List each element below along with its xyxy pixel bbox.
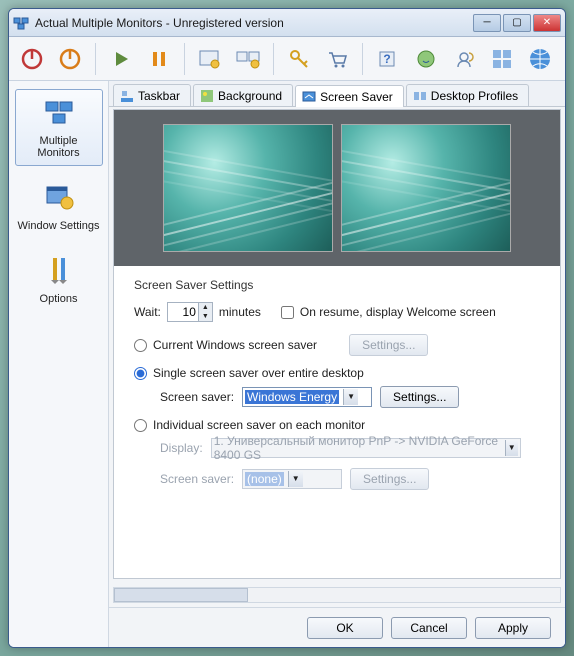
tab-label: Background bbox=[218, 89, 282, 103]
app-icon bbox=[13, 15, 29, 31]
current-settings-button[interactable]: Settings... bbox=[349, 334, 428, 356]
tab-panel: Screen Saver Settings Wait: ▲ ▼ minutes bbox=[113, 109, 561, 579]
individual-saver-label: Screen saver: bbox=[160, 472, 234, 486]
screensaver-icon bbox=[302, 90, 316, 104]
monitors-icon bbox=[43, 96, 75, 128]
help-button[interactable]: ? bbox=[371, 42, 405, 76]
sidebar: Multiple Monitors Window Settings Option… bbox=[9, 81, 109, 647]
wait-unit: minutes bbox=[219, 305, 261, 319]
individual-settings-button[interactable]: Settings... bbox=[350, 468, 429, 490]
dropdown-arrow-icon[interactable]: ▼ bbox=[343, 389, 358, 405]
radio-current-windows[interactable] bbox=[134, 339, 147, 352]
cancel-button[interactable]: Cancel bbox=[391, 617, 467, 639]
minimize-button[interactable]: ─ bbox=[473, 14, 501, 32]
individual-saver-select[interactable]: (none) ▼ bbox=[242, 469, 342, 489]
monitor-preview-1 bbox=[163, 124, 333, 252]
svg-text:?: ? bbox=[383, 52, 390, 66]
wait-input[interactable] bbox=[168, 303, 198, 321]
radio-individual[interactable] bbox=[134, 419, 147, 432]
key-button[interactable] bbox=[282, 42, 316, 76]
monitor-preview-2 bbox=[341, 124, 511, 252]
taskbar-icon bbox=[120, 89, 134, 103]
sidebar-item-label: Multiple Monitors bbox=[18, 135, 100, 159]
profiles-icon bbox=[413, 89, 427, 103]
windows-button[interactable] bbox=[485, 42, 519, 76]
tab-screen-saver[interactable]: Screen Saver bbox=[295, 85, 404, 107]
display-value: 1. Универсальный монитор PnP -> NVIDIA G… bbox=[214, 434, 501, 462]
sidebar-item-options[interactable]: Options bbox=[15, 247, 103, 312]
feedback-button[interactable] bbox=[447, 42, 481, 76]
dialog-footer: OK Cancel Apply bbox=[109, 607, 565, 647]
ok-button[interactable]: OK bbox=[307, 617, 383, 639]
tab-desktop-profiles[interactable]: Desktop Profiles bbox=[406, 84, 529, 106]
window-title: Actual Multiple Monitors - Unregistered … bbox=[35, 16, 471, 30]
tab-strip: Taskbar Background Screen Saver Desktop … bbox=[109, 81, 565, 107]
single-saver-select[interactable]: Windows Energy ▼ bbox=[242, 387, 372, 407]
power-button[interactable] bbox=[53, 42, 87, 76]
power-off-button[interactable] bbox=[15, 42, 49, 76]
globe-button[interactable] bbox=[523, 42, 557, 76]
close-button[interactable]: ✕ bbox=[533, 14, 561, 32]
dropdown-arrow-icon[interactable]: ▼ bbox=[505, 440, 518, 456]
resume-label: On resume, display Welcome screen bbox=[300, 305, 496, 319]
sidebar-item-window-settings[interactable]: Window Settings bbox=[15, 174, 103, 239]
scrollbar-thumb[interactable] bbox=[114, 588, 248, 602]
radio-single[interactable] bbox=[134, 367, 147, 380]
single-saver-label: Screen saver: bbox=[160, 390, 234, 404]
monitor-preview-area bbox=[114, 110, 560, 266]
radio-current-label: Current Windows screen saver bbox=[153, 338, 317, 352]
radio-single-label: Single screen saver over entire desktop bbox=[153, 366, 364, 380]
tab-taskbar[interactable]: Taskbar bbox=[113, 84, 191, 106]
screensaver-settings: Screen Saver Settings Wait: ▲ ▼ minutes bbox=[114, 266, 560, 512]
app-window: Actual Multiple Monitors - Unregistered … bbox=[8, 8, 566, 648]
cart-button[interactable] bbox=[320, 42, 354, 76]
window-controls: ─ ▢ ✕ bbox=[471, 14, 561, 32]
individual-saver-value: (none) bbox=[245, 472, 284, 486]
horizontal-scrollbar[interactable] bbox=[113, 587, 561, 603]
window-settings-icon bbox=[43, 181, 75, 213]
maximize-button[interactable]: ▢ bbox=[503, 14, 531, 32]
wait-label: Wait: bbox=[134, 305, 161, 319]
apply-button[interactable]: Apply bbox=[475, 617, 551, 639]
spinner-up-icon[interactable]: ▲ bbox=[198, 303, 212, 312]
pause-button[interactable] bbox=[142, 42, 176, 76]
sidebar-item-multiple-monitors[interactable]: Multiple Monitors bbox=[15, 89, 103, 166]
wait-spinner[interactable]: ▲ ▼ bbox=[167, 302, 213, 322]
display-select[interactable]: 1. Универсальный монитор PnP -> NVIDIA G… bbox=[211, 438, 521, 458]
tab-label: Desktop Profiles bbox=[431, 89, 518, 103]
single-saver-value: Windows Energy bbox=[245, 390, 339, 404]
tab-background[interactable]: Background bbox=[193, 84, 293, 106]
spinner-down-icon[interactable]: ▼ bbox=[198, 312, 212, 321]
sidebar-item-label: Window Settings bbox=[18, 220, 100, 232]
content-area: Multiple Monitors Window Settings Option… bbox=[9, 81, 565, 647]
options-icon bbox=[43, 254, 75, 286]
dropdown-arrow-icon[interactable]: ▼ bbox=[288, 471, 303, 487]
support-button[interactable] bbox=[409, 42, 443, 76]
single-settings-button[interactable]: Settings... bbox=[380, 386, 459, 408]
titlebar: Actual Multiple Monitors - Unregistered … bbox=[9, 9, 565, 37]
radio-individual-label: Individual screen saver on each monitor bbox=[153, 418, 365, 432]
resume-checkbox[interactable] bbox=[281, 306, 294, 319]
main-panel: Taskbar Background Screen Saver Desktop … bbox=[109, 81, 565, 647]
config-2-button[interactable] bbox=[231, 42, 265, 76]
main-toolbar: ? bbox=[9, 37, 565, 81]
play-button[interactable] bbox=[104, 42, 138, 76]
sidebar-item-label: Options bbox=[18, 293, 100, 305]
background-icon bbox=[200, 89, 214, 103]
display-label: Display: bbox=[160, 441, 203, 455]
config-1-button[interactable] bbox=[193, 42, 227, 76]
settings-group-title: Screen Saver Settings bbox=[134, 278, 540, 292]
tab-label: Screen Saver bbox=[320, 90, 393, 104]
tab-label: Taskbar bbox=[138, 89, 180, 103]
